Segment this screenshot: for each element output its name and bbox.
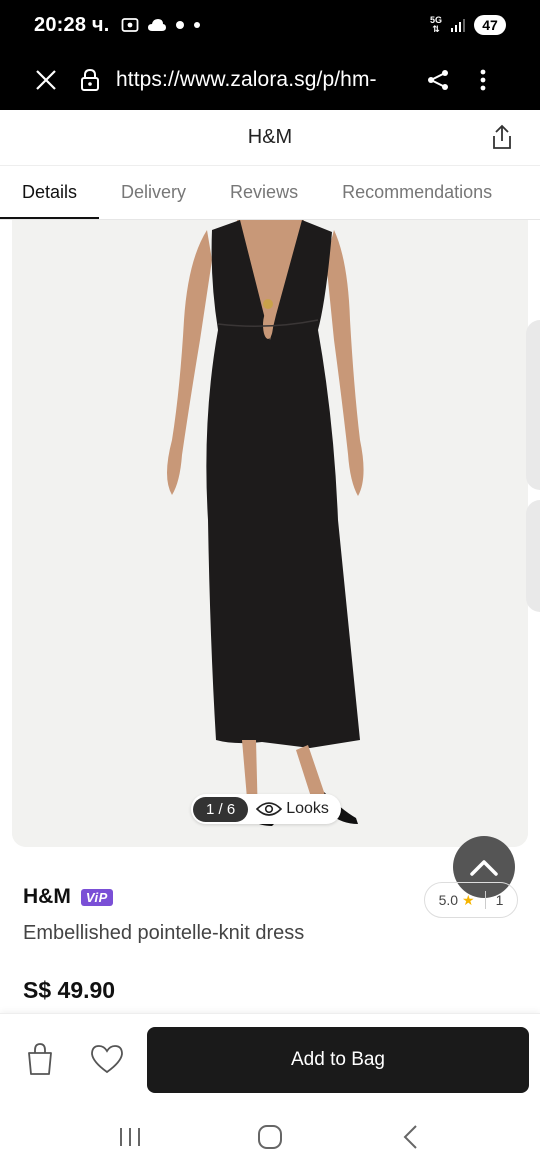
- product-brand[interactable]: H&M: [23, 885, 71, 909]
- rating-divider: [484, 891, 486, 909]
- product-brand-row: H&M ViP: [23, 885, 113, 909]
- network-type: 5G ⇅: [429, 15, 442, 34]
- tab-recommendations[interactable]: Recommendations: [320, 166, 514, 219]
- dot-small-icon: [194, 22, 201, 28]
- home-button[interactable]: [240, 1117, 300, 1157]
- wishlist-button[interactable]: [90, 1044, 124, 1079]
- screenshot-icon: [122, 18, 139, 32]
- cloud-icon: [148, 19, 167, 31]
- chevron-up-icon: [470, 860, 498, 876]
- product-photo: [12, 220, 528, 847]
- recent-apps-icon: [120, 1127, 140, 1146]
- network-label: 5G: [429, 15, 442, 25]
- back-button[interactable]: [380, 1117, 440, 1157]
- recent-apps-button[interactable]: [100, 1117, 160, 1157]
- url-bar[interactable]: https://www.zalora.sg/p/hm-: [116, 68, 406, 92]
- looks-label: Looks: [286, 800, 329, 817]
- close-icon: [36, 70, 56, 90]
- heart-icon: [91, 1045, 123, 1074]
- share-icon: [428, 70, 448, 90]
- status-time: 20:28 ч.: [34, 13, 110, 36]
- add-to-bag-button[interactable]: Add to Bag: [147, 1027, 529, 1093]
- next-image-peek[interactable]: [526, 320, 540, 490]
- looks-button[interactable]: Looks: [248, 800, 339, 818]
- page-title: H&M: [247, 126, 293, 148]
- vip-badge: ViP: [80, 888, 113, 906]
- dot-icon: [176, 21, 185, 29]
- home-icon: [258, 1124, 282, 1149]
- browser-share-button[interactable]: [426, 68, 450, 92]
- shopping-bag-button[interactable]: [24, 1042, 56, 1081]
- image-counter: 1 / 6 Looks: [191, 794, 341, 824]
- page-header: H&M: [0, 110, 540, 166]
- tab-delivery[interactable]: Delivery: [99, 166, 208, 219]
- tab-details[interactable]: Details: [0, 166, 100, 219]
- review-count: 1: [495, 892, 504, 908]
- product-name: Embellished pointelle-knit dress: [23, 922, 305, 944]
- browser-menu-button[interactable]: [480, 68, 486, 92]
- lock-icon: [81, 68, 99, 91]
- tab-reviews[interactable]: Reviews: [208, 166, 320, 219]
- status-bar: 20:28 ч. 5G ⇅ 47: [0, 0, 540, 50]
- browser-toolbar: https://www.zalora.sg/p/hm-: [0, 50, 540, 110]
- eye-icon: [256, 802, 283, 816]
- rating-summary[interactable]: 5.0 ★ 1: [424, 882, 518, 918]
- signal-icon: [451, 19, 465, 32]
- shopping-bag-icon: [28, 1043, 52, 1075]
- upload-share-icon: [493, 124, 511, 149]
- image-index: 1 / 6: [193, 796, 249, 822]
- battery-level: 47: [474, 15, 506, 35]
- site-info-button[interactable]: [80, 68, 100, 92]
- system-nav-bar: [0, 1103, 540, 1170]
- back-chevron-icon: [403, 1124, 417, 1149]
- rating-value: 5.0: [438, 892, 459, 908]
- star-icon: ★: [462, 891, 475, 908]
- product-tabs: Details Delivery Reviews Recommendations: [0, 166, 540, 220]
- more-vert-icon: [480, 69, 486, 91]
- share-product-button[interactable]: [490, 124, 514, 155]
- product-image-gallery[interactable]: [12, 220, 528, 847]
- next-image-peek-lower[interactable]: [526, 500, 540, 612]
- close-tab-button[interactable]: [26, 69, 66, 91]
- bottom-action-bar: Add to Bag: [0, 1013, 540, 1103]
- product-price: S$ 49.90: [23, 977, 116, 1003]
